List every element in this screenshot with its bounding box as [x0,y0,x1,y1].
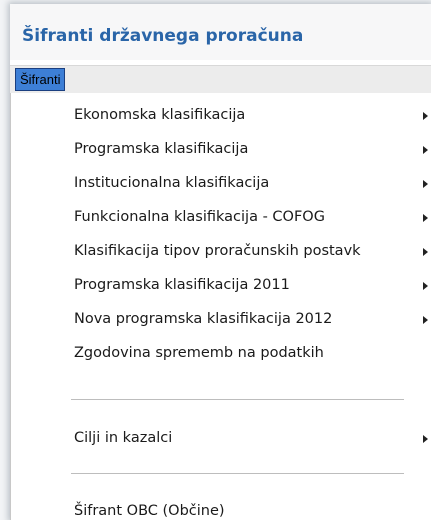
menu-item-sifrant-obc[interactable]: Šifrant OBC (Občine) [11,495,431,520]
menu-item-label: Programska klasifikacija [74,141,249,157]
title-bar: Šifranti državnega proračuna [10,4,431,60]
menu-item-label: Cilji in kazalci [74,430,173,446]
menu-item-ekonomska-klasifikacija[interactable]: Ekonomska klasifikacija [11,99,431,133]
menu-item-label: Institucionalna klasifikacija [74,175,270,191]
menu-item-label: Nova programska klasifikacija 2012 [74,311,333,327]
menu-item-institucionalna-klasifikacija[interactable]: Institucionalna klasifikacija [11,167,431,201]
submenu-arrow-icon [423,214,428,222]
menu-item-funkcionalna-klasifikacija[interactable]: Funkcionalna klasifikacija - COFOG [11,201,431,235]
submenu-arrow-icon [423,112,428,120]
submenu-arrow-icon [423,316,428,324]
menu-separator [71,399,404,400]
submenu-arrow-icon [423,248,428,256]
submenu-arrow-icon [423,435,428,443]
menu-item-nova-programska-klasifikacija-2012[interactable]: Nova programska klasifikacija 2012 [11,303,431,337]
submenu-arrow-icon [423,282,428,290]
menu-item-label: Klasifikacija tipov proračunskih postavk [74,243,361,259]
app-window: Šifranti državnega proračuna Šifranti Ek… [10,4,431,520]
menu-item-klasifikacija-tipov[interactable]: Klasifikacija tipov proračunskih postavk [11,235,431,269]
menu-item-label: Zgodovina sprememb na podatkih [74,345,324,361]
menu-item-label: Šifrant OBC (Občine) [74,503,225,519]
submenu-arrow-icon [423,180,428,188]
menu-item-zgodovina-sprememb[interactable]: Zgodovina sprememb na podatkih [11,337,431,371]
menu-item-label: Funkcionalna klasifikacija - COFOG [74,209,325,225]
desktop-background: Šifranti državnega proračuna Šifranti Ek… [0,0,431,520]
menu-bar: Šifranti [10,65,431,93]
menu-item-cilji-in-kazalci[interactable]: Cilji in kazalci [11,422,431,456]
menu-item-label: Programska klasifikacija 2011 [74,277,290,293]
window-title: Šifranti državnega proračuna [22,26,304,46]
menu-separator [71,473,404,474]
menu-sifranti[interactable]: Šifranti [15,68,66,91]
menu-item-programska-klasifikacija[interactable]: Programska klasifikacija [11,133,431,167]
sifranti-dropdown-menu: Ekonomska klasifikacija Programska klasi… [10,93,431,520]
menu-item-programska-klasifikacija-2011[interactable]: Programska klasifikacija 2011 [11,269,431,303]
submenu-arrow-icon [423,146,428,154]
menu-item-label: Ekonomska klasifikacija [74,107,246,123]
